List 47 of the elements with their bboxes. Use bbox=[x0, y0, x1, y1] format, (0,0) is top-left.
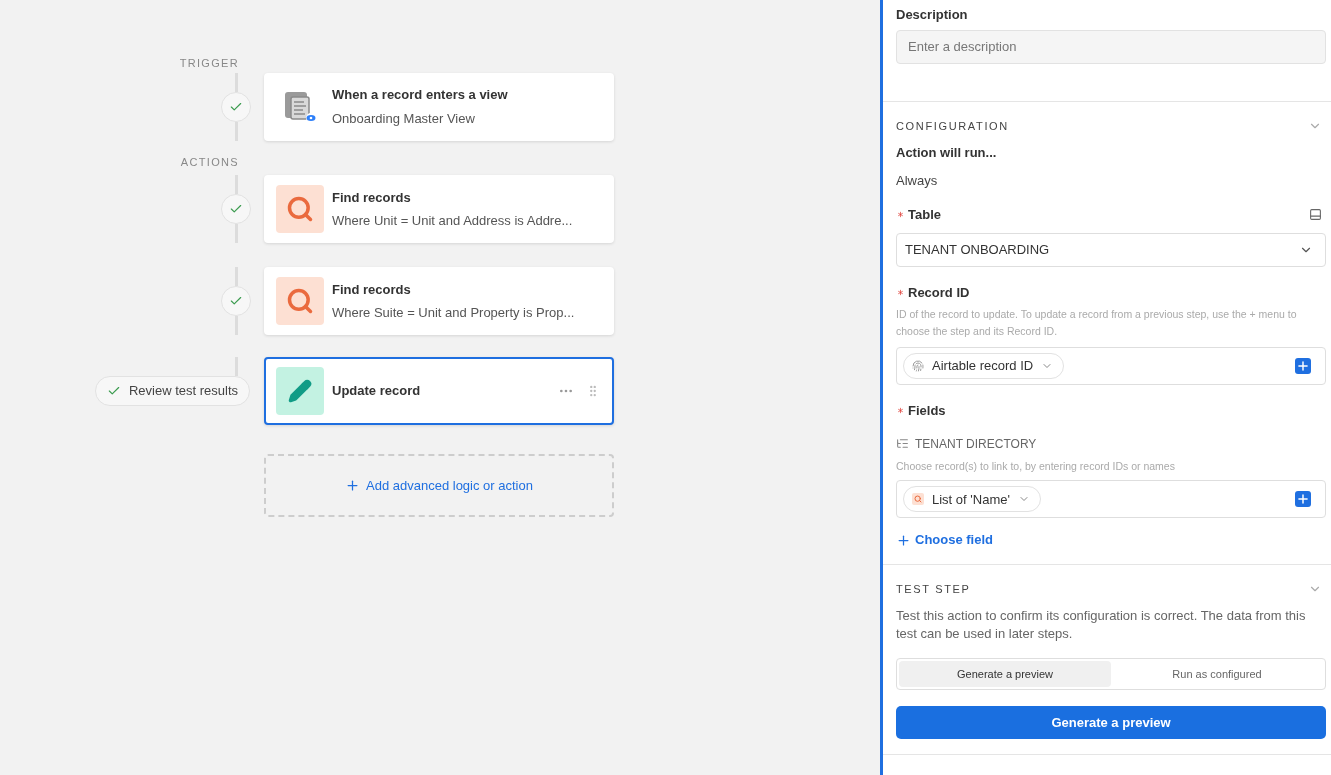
link-field-icon bbox=[896, 437, 909, 450]
panel-icon[interactable] bbox=[1309, 208, 1322, 222]
table-view-icon bbox=[283, 89, 317, 124]
plus-icon bbox=[896, 532, 911, 548]
field-name: TENANT DIRECTORY bbox=[915, 435, 1037, 453]
test-step-description: Test this action to confirm its configuration is correct. The data from this test can be used in later steps. bbox=[896, 607, 1307, 644]
description-field[interactable]: Enter a description bbox=[896, 29, 1326, 64]
section-title: CONFIGURATION bbox=[896, 118, 1009, 134]
fingerprint-icon bbox=[912, 360, 924, 372]
choose-field-link[interactable]: Choose field bbox=[896, 530, 993, 550]
search-badge-icon bbox=[912, 493, 924, 506]
record-id-label: Record ID bbox=[908, 283, 970, 302]
step-subtitle: Where Suite = Unit and Property is Prop... bbox=[332, 304, 576, 322]
step-card[interactable]: Find records Where Suite = Unit and Property is Prop... bbox=[264, 267, 614, 335]
table-label: Table bbox=[908, 206, 941, 224]
step-title: Update record bbox=[332, 382, 422, 401]
run-condition-label: Action will run... bbox=[896, 144, 998, 162]
search-tile-icon bbox=[276, 185, 324, 233]
token-field[interactable]: Airtable record ID bbox=[896, 347, 1326, 385]
add-token-button[interactable] bbox=[1295, 491, 1311, 508]
table-select[interactable]: TENANT ONBOARDING bbox=[896, 232, 1326, 267]
step-card[interactable]: When a record enters a view Onboarding Master View bbox=[264, 72, 614, 141]
step-subtitle: Onboarding Master View bbox=[332, 109, 476, 128]
step-subtitle: Where Unit = Unit and Address is Addre... bbox=[332, 212, 574, 230]
search-tile-icon bbox=[276, 277, 324, 325]
add-token-button[interactable] bbox=[1295, 358, 1311, 374]
description-label: Description bbox=[896, 6, 969, 24]
section-title: TEST STEP bbox=[896, 581, 971, 597]
token-field[interactable]: List of 'Name' bbox=[896, 480, 1326, 519]
plus-icon bbox=[345, 478, 360, 493]
section-label: TRIGGER bbox=[179, 56, 239, 71]
step-title: Find records bbox=[332, 188, 412, 207]
add-action-button[interactable]: Add advanced logic or action bbox=[264, 454, 614, 517]
review-test-results-button[interactable]: Review test results bbox=[94, 376, 250, 406]
mode-tab[interactable]: Run as configured bbox=[1111, 661, 1323, 688]
fields-label: Fields bbox=[908, 402, 946, 420]
run-condition-value: Always bbox=[896, 171, 939, 190]
step-card[interactable]: Update record bbox=[264, 357, 614, 425]
step-title: When a record enters a view bbox=[332, 86, 509, 104]
record-id-help: ID of the record to update. To update a record from a previous step, use the + menu to choose the step and its Record ID. bbox=[896, 307, 1298, 339]
step-title: Find records bbox=[332, 280, 412, 299]
pencil-tile-icon bbox=[276, 367, 324, 415]
section-label: ACTIONS bbox=[180, 154, 239, 170]
generate-preview-button[interactable]: Generate a preview bbox=[896, 706, 1326, 740]
field-help: Choose record(s) to link to, by entering record IDs or names bbox=[896, 458, 1176, 474]
mode-tab[interactable]: Generate a preview bbox=[899, 661, 1111, 688]
step-card[interactable]: Find records Where Unit = Unit and Address is Addre... bbox=[264, 175, 614, 243]
